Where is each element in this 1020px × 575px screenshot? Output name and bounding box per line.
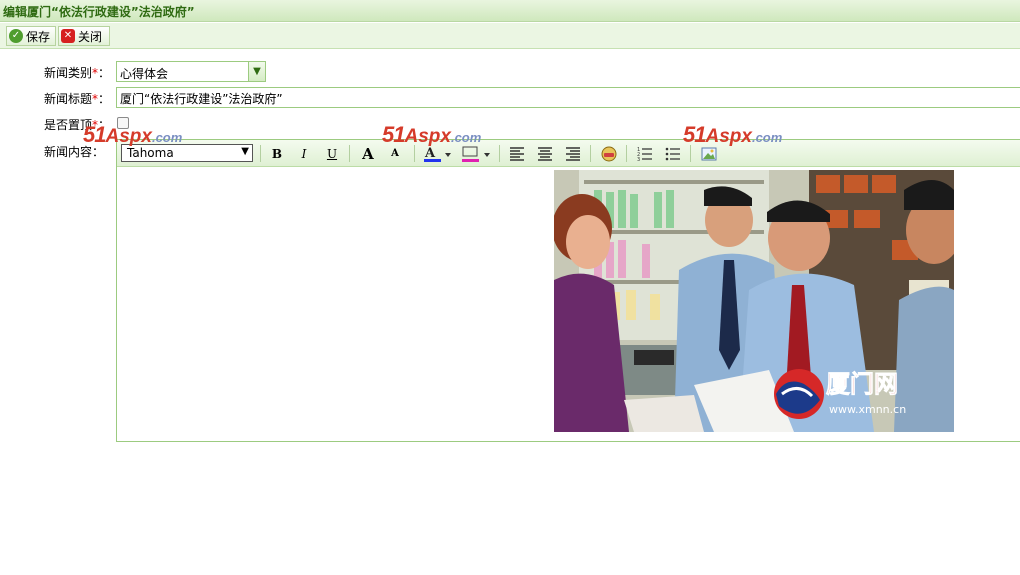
close-button-label: 关闭	[78, 29, 103, 44]
photo-url: www.xmnn.cn	[829, 403, 906, 416]
title-input[interactable]: 厦门“依法行政建设”法治政府”	[116, 87, 1020, 108]
window-title: 编辑厦门“依法行政建设”法治政府”	[3, 5, 195, 19]
ordered-list-icon: 1 2 3	[637, 147, 652, 163]
toolbar-divider	[590, 145, 591, 162]
svg-text:3: 3	[637, 157, 640, 163]
toolbar-divider	[260, 145, 261, 162]
watermark-logo: 51Aspx.com	[683, 122, 783, 147]
toolbar-divider	[626, 145, 627, 162]
toolbar-divider	[499, 145, 500, 162]
underline-button[interactable]: U	[322, 145, 342, 163]
chevron-down-icon[interactable]: ▼	[248, 62, 265, 81]
unordered-list-icon	[665, 147, 680, 161]
category-select[interactable]: 心得体会 ▼	[116, 61, 266, 82]
align-left-icon	[510, 147, 524, 161]
close-button[interactable]: ✕ 关闭	[58, 26, 110, 46]
news-photo: 厦门网 www.xmnn.cn	[554, 170, 954, 432]
ordered-list-button[interactable]: 1 2 3	[635, 145, 655, 163]
font-family-value: Tahoma	[127, 146, 174, 160]
title-label: 新闻标题*：	[44, 92, 111, 106]
emoticon-button[interactable]	[599, 145, 619, 163]
news-photo-image: 厦门网 www.xmnn.cn	[554, 170, 954, 432]
editor-content-area[interactable]: 厦门网 www.xmnn.cn	[117, 168, 1020, 441]
save-button[interactable]: ✓ 保存	[6, 26, 56, 46]
font-size-increase-button[interactable]: A	[358, 145, 378, 163]
save-button-label: 保存	[26, 29, 51, 44]
watermark-logo: 51Aspx.com	[382, 122, 482, 147]
align-right-icon	[566, 147, 580, 161]
editor-toolbar: Tahoma ▼ B I U A A A 1 2 3	[117, 140, 1020, 167]
toolbar-divider	[349, 145, 350, 162]
chevron-down-icon: ▼	[241, 146, 249, 157]
close-icon: ✕	[61, 29, 75, 43]
category-select-value: 心得体会	[120, 67, 169, 81]
italic-button[interactable]: I	[294, 145, 314, 163]
emoticon-icon	[601, 146, 617, 162]
align-center-icon	[538, 147, 552, 161]
align-left-button[interactable]	[507, 145, 527, 163]
window-titlebar: 编辑厦门“依法行政建设”法治政府”	[0, 0, 1020, 22]
rich-text-editor[interactable]: Tahoma ▼ B I U A A A 1 2 3 厦门网 www.xmnn.…	[116, 139, 1020, 442]
category-label: 新闻类别*：	[44, 66, 111, 80]
unordered-list-button[interactable]	[663, 145, 683, 163]
align-center-button[interactable]	[535, 145, 555, 163]
photo-caption: 厦门网	[826, 370, 898, 398]
watermark-logo: 51Aspx.com	[83, 122, 183, 147]
svg-text:A: A	[424, 146, 436, 161]
align-right-button[interactable]	[563, 145, 583, 163]
action-toolbar: ✓ 保存 ✕ 关闭	[0, 23, 1020, 49]
bold-button[interactable]: B	[267, 145, 287, 163]
save-icon: ✓	[9, 29, 23, 43]
